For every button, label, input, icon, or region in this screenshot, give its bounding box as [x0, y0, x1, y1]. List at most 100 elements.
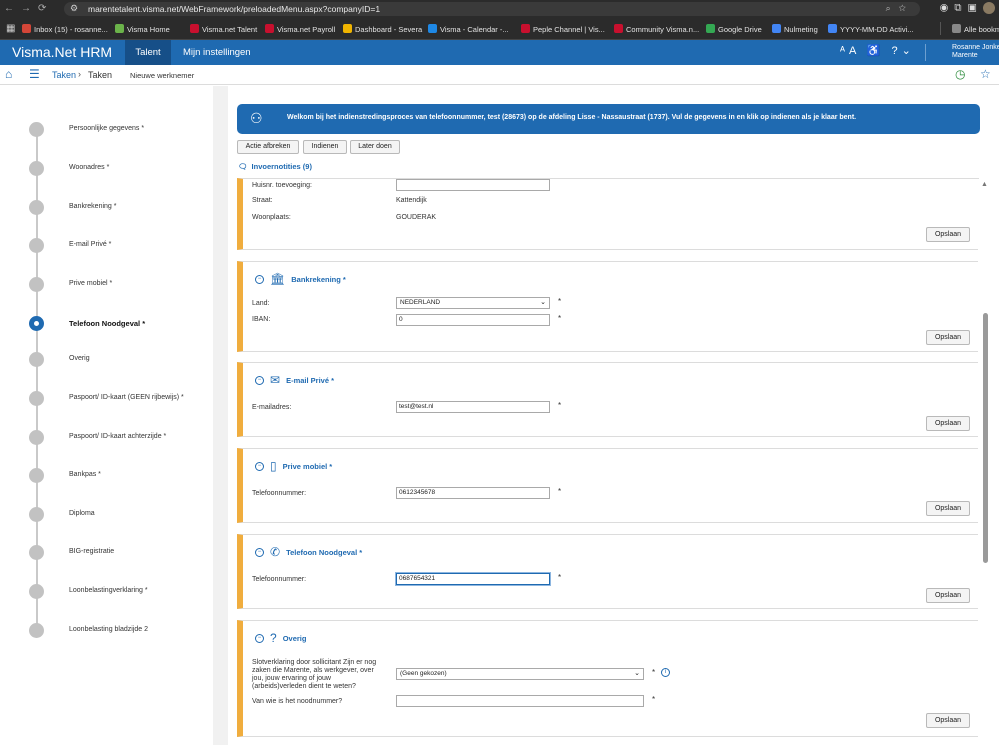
scrollbar[interactable]: ▲: [978, 179, 992, 745]
submit-button[interactable]: Indienen: [303, 140, 347, 154]
step-diploma[interactable]: Diploma: [0, 504, 213, 524]
section-title: E-mail Privé *: [286, 375, 335, 385]
step-dot: [29, 430, 44, 445]
step-woonadres[interactable]: Woonadres *: [0, 158, 213, 178]
required-marker: *: [558, 487, 562, 496]
breadcrumb: ⌂ ☰ Taken › Taken Nieuwe werknemer ◷ ☆: [0, 65, 999, 85]
collapse-icon[interactable]: −: [255, 633, 264, 643]
step-telefoon-noodgeval[interactable]: Telefoon Noodgeval *: [0, 313, 213, 333]
text-size-icon: ᴬA: [840, 45, 860, 57]
house-number-addition-input[interactable]: [396, 179, 550, 191]
tab-mijn-instellingen[interactable]: Mijn instellingen: [183, 40, 251, 65]
address-url[interactable]: marentetalent.visma.net/WebFramework/pre…: [88, 4, 380, 14]
zoom-icon[interactable]: ⌕☆: [886, 3, 914, 14]
user-company: Marente: [952, 52, 978, 59]
address-bar[interactable]: ⚙ marentetalent.visma.net/WebFramework/p…: [64, 2, 920, 16]
bookmark-item[interactable]: Visma Home: [115, 24, 170, 34]
step-overig[interactable]: Overig: [0, 349, 213, 369]
bookmark-item[interactable]: Visma - Calendar -...: [428, 24, 509, 34]
tab-talent[interactable]: Talent: [125, 40, 171, 65]
breadcrumb-link-taken[interactable]: Taken: [52, 70, 76, 80]
step-dot: [29, 161, 44, 176]
section-header: − ✉ E-mail Privé *: [255, 373, 334, 387]
section-title: Overig: [282, 633, 307, 643]
iban-input[interactable]: 0: [396, 314, 550, 326]
apps-icon[interactable]: ▦: [6, 23, 15, 34]
step-label: Persoonlijke gegevens *: [69, 125, 145, 132]
bookmark-item[interactable]: Visma.net Payroll: [265, 24, 335, 34]
scroll-up-icon[interactable]: ▲: [981, 181, 988, 188]
info-icon[interactable]: i: [661, 668, 670, 677]
bookmark-folder-all[interactable]: Alle bookm: [952, 24, 999, 34]
save-button[interactable]: Opslaan: [926, 330, 970, 345]
bookmark-item[interactable]: Google Drive: [706, 24, 762, 34]
collapse-icon[interactable]: −: [255, 461, 264, 471]
step-paspoort-achterzijde[interactable]: Paspoort/ ID-kaart achterzijde *: [0, 427, 213, 447]
user-menu[interactable]: Rosanne Jonke Marente: [952, 44, 999, 60]
step-bankpas[interactable]: Bankpas *: [0, 465, 213, 485]
bank-icon: 🏛: [270, 272, 286, 286]
step-dot: [29, 545, 44, 560]
collapse-icon[interactable]: −: [255, 547, 264, 557]
save-button[interactable]: Opslaan: [926, 501, 970, 516]
final-declaration-select[interactable]: (Geen gekozen) ⌄: [396, 668, 644, 680]
step-big-registratie[interactable]: BIG-registratie: [0, 542, 213, 562]
emergency-phone-input[interactable]: 0687654321: [396, 573, 550, 585]
site-info-icon[interactable]: ⚙: [70, 3, 78, 14]
email-input[interactable]: test@test.nl: [396, 401, 550, 413]
menu-icon[interactable]: ☰: [29, 67, 40, 81]
field-label: Telefoonnummer:: [252, 576, 307, 583]
favorite-star-icon[interactable]: ☆: [980, 67, 991, 81]
mobile-phone-input[interactable]: 0612345678: [396, 487, 550, 499]
bookmark-item[interactable]: Community Visma.n...: [614, 24, 699, 34]
collapse-icon[interactable]: −: [255, 375, 264, 385]
required-marker: *: [558, 314, 562, 323]
bookmark-item[interactable]: YYYY-MM-DD Activi...: [828, 24, 913, 34]
bookmark-item[interactable]: Dashboard - Severa: [343, 24, 422, 34]
app-header: Visma.Net HRM Talent Mijn instellingen ᴬ…: [0, 40, 999, 65]
save-button[interactable]: Opslaan: [926, 416, 970, 431]
step-dot: [29, 391, 44, 406]
save-button[interactable]: Opslaan: [926, 713, 970, 728]
phone-icon: ✆: [270, 545, 281, 559]
step-dot: [29, 584, 44, 599]
bookmark-item[interactable]: Nulmeting: [772, 24, 818, 34]
notes-label: Invoernotities (9): [251, 162, 312, 171]
comment-icon: 🗨: [238, 162, 248, 171]
step-label: Loonbelastingverklaring *: [69, 587, 148, 594]
step-paspoort[interactable]: Paspoort/ ID-kaart (GEEN rijbewijs) *: [0, 388, 213, 408]
country-select[interactable]: NEDERLAND ⌄: [396, 297, 550, 309]
browser-actions[interactable]: ◉⧉▣: [940, 2, 995, 14]
home-icon[interactable]: ⌂: [5, 67, 12, 81]
step-prive-mobiel[interactable]: Prive mobiel *: [0, 274, 213, 294]
welcome-banner: ⚇ Welkom bij het indienstredingsproces v…: [237, 104, 980, 134]
step-loonbelastingverklaring[interactable]: Loonbelastingverklaring *: [0, 581, 213, 601]
step-bankrekening[interactable]: Bankrekening *: [0, 197, 213, 217]
save-button[interactable]: Opslaan: [926, 227, 970, 242]
save-button[interactable]: Opslaan: [926, 588, 970, 603]
input-notes-link[interactable]: 🗨 Invoernotities (9): [238, 162, 312, 171]
step-email-prive[interactable]: E-mail Privé *: [0, 235, 213, 255]
form-scroll-area[interactable]: Huisnr. toevoeging: Straat: Kattendijk W…: [228, 178, 999, 745]
section-header: − 🏛 Bankrekening *: [255, 272, 346, 286]
cancel-action-button[interactable]: Actie afbreken: [237, 140, 299, 154]
bookmark-item[interactable]: Peple Channel | Vis...: [521, 24, 605, 34]
main-content: ⚇ Welkom bij het indienstredingsproces v…: [228, 86, 999, 745]
clock-icon[interactable]: ◷: [955, 67, 965, 81]
scrollbar-thumb[interactable]: [983, 313, 988, 563]
breadcrumb-current: Nieuwe werknemer: [130, 71, 195, 80]
mobile-phone-icon: ▯: [270, 459, 277, 473]
field-label: Telefoonnummer:: [252, 490, 307, 497]
step-persoonlijke-gegevens[interactable]: Persoonlijke gegevens *: [0, 119, 213, 139]
required-marker: *: [652, 668, 656, 677]
bookmark-item[interactable]: Visma.net Talent: [190, 24, 257, 34]
collapse-icon[interactable]: −: [255, 274, 264, 284]
browser-nav-icons[interactable]: ←→⟳: [4, 3, 53, 14]
bookmark-item[interactable]: Inbox (15) - rosanne...: [22, 24, 108, 34]
emergency-contact-input[interactable]: [396, 695, 644, 707]
later-button[interactable]: Later doen: [350, 140, 400, 154]
required-marker: *: [558, 573, 562, 582]
header-icons[interactable]: ᴬA ♿ ?⌄: [840, 44, 915, 57]
step-loonbelasting-bladzijde-2[interactable]: Loonbelasting bladzijde 2: [0, 620, 213, 640]
app-logo[interactable]: Visma.Net HRM: [12, 44, 112, 60]
